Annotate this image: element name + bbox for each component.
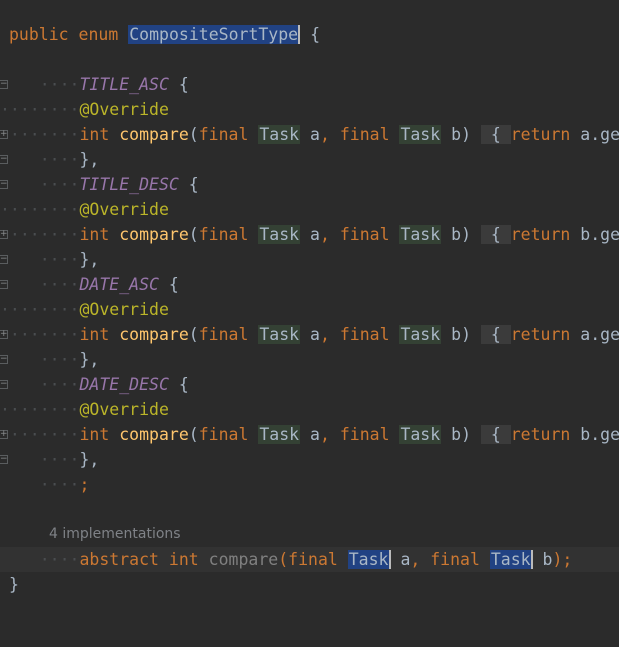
enum-constant: DATE_DESC <box>79 375 169 394</box>
code-line-constant-close[interactable]: − ····}, <box>0 147 619 172</box>
open-brace: { <box>310 25 320 44</box>
enum-constant: TITLE_DESC <box>79 175 179 194</box>
method-compare-unused: compare <box>208 550 279 569</box>
folded-body-brace[interactable]: { <box>480 425 511 444</box>
code-line-constant-close[interactable]: − ····}, <box>0 247 619 272</box>
code-line-constant[interactable]: − ····DATE_ASC { <box>0 272 619 297</box>
keyword-public: public <box>9 25 69 44</box>
code-line-method[interactable]: + ········int compare(final Task a, final… <box>0 322 619 347</box>
type-task: Task <box>258 125 301 144</box>
code-line-semicolon[interactable]: ····; <box>0 472 619 497</box>
close-brace: } <box>9 575 19 594</box>
folded-body-brace[interactable]: { <box>480 225 511 244</box>
code-line-constant[interactable]: − ····DATE_DESC { <box>0 372 619 397</box>
fold-toggle-icon[interactable]: − <box>0 80 8 89</box>
type-task: Task <box>399 125 442 144</box>
code-line-close-brace[interactable]: } <box>9 572 619 597</box>
enum-constant: DATE_ASC <box>79 275 159 294</box>
type-task: Task <box>399 325 442 344</box>
type-task-selected[interactable]: Task <box>489 550 532 569</box>
fold-toggle-icon[interactable]: − <box>0 255 8 264</box>
code-line-method[interactable]: + ········int compare(final Task a, final… <box>0 122 619 147</box>
code-line-constant-close[interactable]: − ····}, <box>0 347 619 372</box>
code-line-enum-declaration[interactable]: public enum CompositeSortType { <box>9 22 619 47</box>
text-caret <box>388 550 391 569</box>
method-compare: compare <box>119 125 189 144</box>
folded-body-brace[interactable]: { <box>480 325 511 344</box>
annotation-override: @Override <box>79 300 169 319</box>
fold-toggle-icon[interactable]: − <box>0 155 8 164</box>
fold-toggle-icon[interactable]: − <box>0 455 8 464</box>
fold-toggle-icon[interactable]: − <box>0 280 8 289</box>
type-task-selected[interactable]: Task <box>347 550 390 569</box>
code-line-method[interactable]: + ········int compare(final Task a, final… <box>0 422 619 447</box>
text-caret <box>530 550 533 569</box>
implementations-hint[interactable]: 4 implementations <box>49 522 181 547</box>
code-line-constant[interactable]: − ····TITLE_DESC { <box>0 172 619 197</box>
fold-expand-icon[interactable]: + <box>0 430 8 439</box>
method-compare: compare <box>119 425 189 444</box>
fold-toggle-icon[interactable]: − <box>0 180 8 189</box>
code-line-method[interactable]: + ········int compare(final Task a, final… <box>0 222 619 247</box>
enum-constant: TITLE_ASC <box>79 75 169 94</box>
folded-body-brace[interactable]: { <box>480 125 511 144</box>
fold-expand-icon[interactable]: + <box>0 230 8 239</box>
fold-toggle-icon[interactable]: − <box>0 355 8 364</box>
text-caret <box>298 25 301 44</box>
code-line-abstract-method[interactable]: ····abstract int compare(final Task a, f… <box>0 547 619 572</box>
annotation-override: @Override <box>79 100 169 119</box>
fold-expand-icon[interactable]: + <box>0 130 8 139</box>
method-compare: compare <box>119 225 189 244</box>
type-task: Task <box>258 425 301 444</box>
keyword-enum: enum <box>78 25 119 44</box>
type-task: Task <box>258 225 301 244</box>
code-line-annotation[interactable]: ········@Override <box>0 397 619 422</box>
code-line-constant[interactable]: − ····TITLE_ASC { <box>0 72 619 97</box>
semicolon: ; <box>79 475 90 494</box>
annotation-override: @Override <box>79 400 169 419</box>
fold-toggle-icon[interactable]: − <box>0 380 8 389</box>
fold-expand-icon[interactable]: + <box>0 330 8 339</box>
method-compare: compare <box>119 325 189 344</box>
code-line-annotation[interactable]: ········@Override <box>0 97 619 122</box>
type-task: Task <box>258 325 301 344</box>
code-line-annotation[interactable]: ········@Override <box>0 197 619 222</box>
type-task: Task <box>399 225 442 244</box>
code-line-constant-close[interactable]: − ····}, <box>0 447 619 472</box>
enum-name-selected[interactable]: CompositeSortType <box>128 25 300 44</box>
type-task: Task <box>399 425 442 444</box>
code-editor[interactable]: public enum CompositeSortType { − ····TI… <box>0 0 619 647</box>
code-line-annotation[interactable]: ········@Override <box>0 297 619 322</box>
annotation-override: @Override <box>79 200 169 219</box>
